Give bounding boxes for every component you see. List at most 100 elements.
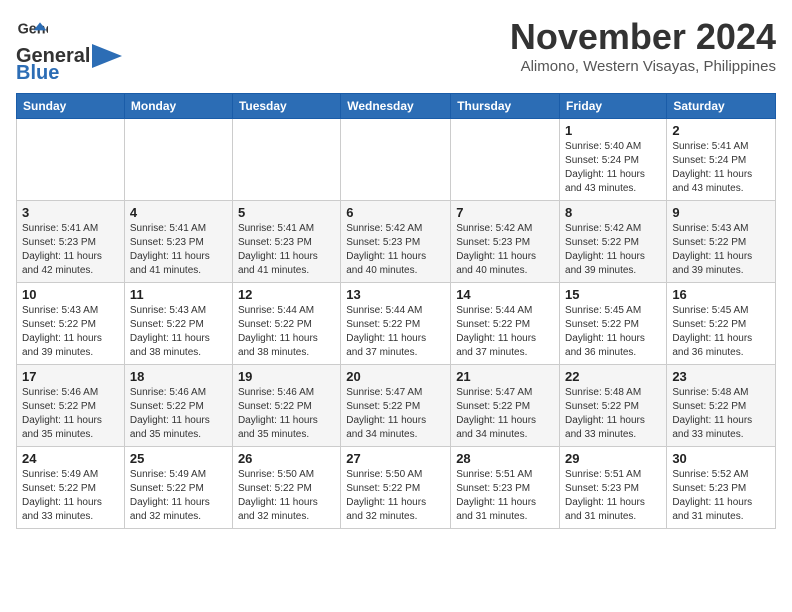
day-info: Sunrise: 5:44 AM Sunset: 5:22 PM Dayligh… — [346, 304, 445, 360]
day-number: 9 — [672, 205, 770, 220]
logo-blue: Blue — [16, 62, 59, 85]
day-cell: 1 Sunrise: 5:40 AM Sunset: 5:24 PM Daylig… — [560, 119, 667, 201]
day-number: 28 — [456, 451, 554, 466]
day-number: 22 — [565, 369, 661, 384]
week-row-2: 3 Sunrise: 5:41 AM Sunset: 5:23 PM Daylig… — [17, 201, 776, 283]
day-info: Sunrise: 5:43 AM Sunset: 5:22 PM Dayligh… — [22, 304, 119, 360]
day-cell: 26 Sunrise: 5:50 AM Sunset: 5:22 PM Dayli… — [232, 447, 340, 529]
day-info: Sunrise: 5:41 AM Sunset: 5:23 PM Dayligh… — [130, 222, 227, 278]
day-info: Sunrise: 5:42 AM Sunset: 5:23 PM Dayligh… — [346, 222, 445, 278]
day-info: Sunrise: 5:46 AM Sunset: 5:22 PM Dayligh… — [22, 386, 119, 442]
day-number: 15 — [565, 287, 661, 302]
day-number: 4 — [130, 205, 227, 220]
day-info: Sunrise: 5:46 AM Sunset: 5:22 PM Dayligh… — [130, 386, 227, 442]
header-monday: Monday — [124, 94, 232, 119]
day-cell: 21Sunrise: 5:47 AM Sunset: 5:22 PM Dayli… — [451, 365, 560, 447]
day-cell — [17, 119, 125, 201]
header-thursday: Thursday — [451, 94, 560, 119]
day-info: Sunrise: 5:48 AM Sunset: 5:22 PM Dayligh… — [565, 386, 661, 442]
day-cell: 30 Sunrise: 5:52 AM Sunset: 5:23 PM Dayli… — [667, 447, 776, 529]
day-number: 8 — [565, 205, 661, 220]
day-number: 5 — [238, 205, 335, 220]
day-number: 13 — [346, 287, 445, 302]
location-subtitle: Alimono, Western Visayas, Philippines — [510, 58, 776, 75]
day-info: Sunrise: 5:51 AM Sunset: 5:23 PM Dayligh… — [456, 468, 554, 524]
day-info: Sunrise: 5:47 AM Sunset: 5:22 PM Dayligh… — [346, 386, 445, 442]
day-number: 19 — [238, 369, 335, 384]
calendar-table: SundayMondayTuesdayWednesdayThursdayFrid… — [16, 93, 776, 529]
day-info: Sunrise: 5:40 AM Sunset: 5:24 PM Dayligh… — [565, 140, 661, 196]
day-number: 26 — [238, 451, 335, 466]
day-number: 23 — [672, 369, 770, 384]
day-number: 29 — [565, 451, 661, 466]
day-cell: 29 Sunrise: 5:51 AM Sunset: 5:23 PM Dayli… — [560, 447, 667, 529]
header-tuesday: Tuesday — [232, 94, 340, 119]
header-saturday: Saturday — [667, 94, 776, 119]
day-info: Sunrise: 5:49 AM Sunset: 5:22 PM Dayligh… — [130, 468, 227, 524]
week-row-4: 17 Sunrise: 5:46 AM Sunset: 5:22 PM Dayli… — [17, 365, 776, 447]
day-cell: 6 Sunrise: 5:42 AM Sunset: 5:23 PM Daylig… — [341, 201, 451, 283]
day-number: 27 — [346, 451, 445, 466]
day-cell — [124, 119, 232, 201]
day-cell: 27Sunrise: 5:50 AM Sunset: 5:22 PM Dayli… — [341, 447, 451, 529]
day-cell: 8 Sunrise: 5:42 AM Sunset: 5:22 PM Daylig… — [560, 201, 667, 283]
day-cell: 22 Sunrise: 5:48 AM Sunset: 5:22 PM Dayli… — [560, 365, 667, 447]
day-cell: 12Sunrise: 5:44 AM Sunset: 5:22 PM Dayli… — [232, 283, 340, 365]
header-sunday: Sunday — [17, 94, 125, 119]
day-cell: 15 Sunrise: 5:45 AM Sunset: 5:22 PM Dayli… — [560, 283, 667, 365]
day-info: Sunrise: 5:41 AM Sunset: 5:23 PM Dayligh… — [238, 222, 335, 278]
day-cell: 25 Sunrise: 5:49 AM Sunset: 5:22 PM Dayli… — [124, 447, 232, 529]
day-number: 30 — [672, 451, 770, 466]
day-number: 24 — [22, 451, 119, 466]
month-title: November 2024 — [510, 16, 776, 58]
day-cell: 23Sunrise: 5:48 AM Sunset: 5:22 PM Dayli… — [667, 365, 776, 447]
day-info: Sunrise: 5:42 AM Sunset: 5:22 PM Dayligh… — [565, 222, 661, 278]
day-info: Sunrise: 5:43 AM Sunset: 5:22 PM Dayligh… — [672, 222, 770, 278]
day-cell: 20Sunrise: 5:47 AM Sunset: 5:22 PM Dayli… — [341, 365, 451, 447]
day-number: 7 — [456, 205, 554, 220]
title-area: November 2024 Alimono, Western Visayas, … — [510, 16, 776, 75]
day-cell: 9 Sunrise: 5:43 AM Sunset: 5:22 PM Daylig… — [667, 201, 776, 283]
day-number: 21 — [456, 369, 554, 384]
logo-arrow-icon — [92, 44, 122, 68]
day-cell: 24 Sunrise: 5:49 AM Sunset: 5:22 PM Dayli… — [17, 447, 125, 529]
day-number: 1 — [565, 123, 661, 138]
day-number: 14 — [456, 287, 554, 302]
day-info: Sunrise: 5:43 AM Sunset: 5:22 PM Dayligh… — [130, 304, 227, 360]
day-info: Sunrise: 5:49 AM Sunset: 5:22 PM Dayligh… — [22, 468, 119, 524]
day-number: 3 — [22, 205, 119, 220]
day-info: Sunrise: 5:44 AM Sunset: 5:22 PM Dayligh… — [456, 304, 554, 360]
day-number: 11 — [130, 287, 227, 302]
day-number: 2 — [672, 123, 770, 138]
day-info: Sunrise: 5:51 AM Sunset: 5:23 PM Dayligh… — [565, 468, 661, 524]
day-info: Sunrise: 5:41 AM Sunset: 5:23 PM Dayligh… — [22, 222, 119, 278]
day-cell: 13 Sunrise: 5:44 AM Sunset: 5:22 PM Dayli… — [341, 283, 451, 365]
day-cell: 2Sunrise: 5:41 AM Sunset: 5:24 PM Daylig… — [667, 119, 776, 201]
page-header: General General Blue November 2024 Alimo… — [16, 16, 776, 85]
day-info: Sunrise: 5:52 AM Sunset: 5:23 PM Dayligh… — [672, 468, 770, 524]
day-cell: 3 Sunrise: 5:41 AM Sunset: 5:23 PM Daylig… — [17, 201, 125, 283]
day-info: Sunrise: 5:50 AM Sunset: 5:22 PM Dayligh… — [238, 468, 335, 524]
day-number: 6 — [346, 205, 445, 220]
day-number: 10 — [22, 287, 119, 302]
day-cell: 28 Sunrise: 5:51 AM Sunset: 5:23 PM Dayli… — [451, 447, 560, 529]
day-cell: 18 Sunrise: 5:46 AM Sunset: 5:22 PM Dayli… — [124, 365, 232, 447]
day-cell: 16Sunrise: 5:45 AM Sunset: 5:22 PM Dayli… — [667, 283, 776, 365]
day-number: 17 — [22, 369, 119, 384]
day-info: Sunrise: 5:46 AM Sunset: 5:22 PM Dayligh… — [238, 386, 335, 442]
week-row-5: 24 Sunrise: 5:49 AM Sunset: 5:22 PM Dayli… — [17, 447, 776, 529]
day-cell: 4 Sunrise: 5:41 AM Sunset: 5:23 PM Daylig… — [124, 201, 232, 283]
day-cell: 10 Sunrise: 5:43 AM Sunset: 5:22 PM Dayli… — [17, 283, 125, 365]
day-cell: 19 Sunrise: 5:46 AM Sunset: 5:22 PM Dayli… — [232, 365, 340, 447]
day-cell: 5 Sunrise: 5:41 AM Sunset: 5:23 PM Daylig… — [232, 201, 340, 283]
day-cell: 11 Sunrise: 5:43 AM Sunset: 5:22 PM Dayli… — [124, 283, 232, 365]
day-number: 12 — [238, 287, 335, 302]
day-cell: 14 Sunrise: 5:44 AM Sunset: 5:22 PM Dayli… — [451, 283, 560, 365]
day-number: 25 — [130, 451, 227, 466]
day-info: Sunrise: 5:45 AM Sunset: 5:22 PM Dayligh… — [565, 304, 661, 360]
week-row-1: 1 Sunrise: 5:40 AM Sunset: 5:24 PM Daylig… — [17, 119, 776, 201]
logo-area: General General Blue — [16, 16, 124, 85]
day-number: 18 — [130, 369, 227, 384]
day-cell — [451, 119, 560, 201]
day-cell: 7Sunrise: 5:42 AM Sunset: 5:23 PM Daylig… — [451, 201, 560, 283]
